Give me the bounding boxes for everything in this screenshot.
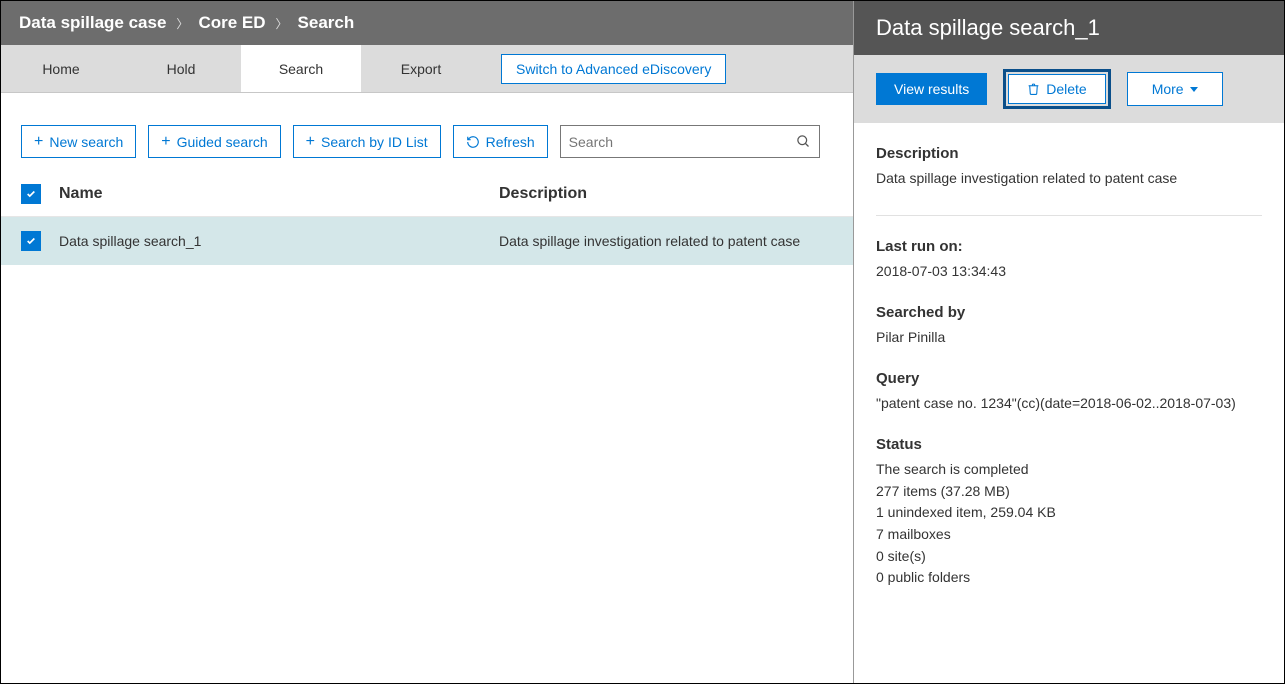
last-run-value: 2018-07-03 13:34:43 (876, 261, 1262, 282)
button-label: Guided search (177, 134, 268, 150)
row-name: Data spillage search_1 (59, 233, 499, 249)
search-icon (796, 134, 811, 149)
status-line: 0 site(s) (876, 546, 1262, 568)
plus-icon: + (161, 134, 170, 150)
detail-panel: Data spillage search_1 View results Dele… (854, 1, 1284, 683)
searched-by-value: Pilar Pinilla (876, 327, 1262, 348)
refresh-icon (466, 135, 480, 149)
button-label: Refresh (486, 134, 535, 150)
tab-home[interactable]: Home (1, 45, 121, 92)
tab-bar: Home Hold Search Export Switch to Advanc… (1, 45, 853, 93)
chevron-down-icon (1190, 87, 1198, 92)
toolbar: + New search + Guided search + Search by… (1, 93, 853, 176)
more-button[interactable]: More (1127, 72, 1223, 106)
query-value: "patent case no. 1234"(cc)(date=2018-06-… (876, 393, 1262, 414)
trash-icon (1027, 82, 1040, 96)
chevron-right-icon: 〉 (276, 15, 288, 32)
switch-advanced-button[interactable]: Switch to Advanced eDiscovery (501, 54, 726, 84)
status-line: 7 mailboxes (876, 524, 1262, 546)
description-value: Data spillage investigation related to p… (876, 168, 1262, 189)
button-label: Search by ID List (321, 134, 428, 150)
search-input-wrapper[interactable] (560, 125, 820, 158)
new-search-button[interactable]: + New search (21, 125, 136, 158)
tab-hold[interactable]: Hold (121, 45, 241, 92)
status-line: 1 unindexed item, 259.04 KB (876, 502, 1262, 524)
description-label: Description (876, 145, 1262, 162)
plus-icon: + (34, 134, 43, 150)
column-header-description[interactable]: Description (499, 185, 833, 203)
query-label: Query (876, 370, 1262, 387)
status-line: 277 items (37.28 MB) (876, 481, 1262, 503)
button-label: More (1152, 81, 1184, 97)
detail-title: Data spillage search_1 (854, 1, 1284, 55)
breadcrumb-item[interactable]: Data spillage case (19, 13, 166, 33)
divider (876, 215, 1262, 216)
plus-icon: + (306, 134, 315, 150)
breadcrumb: Data spillage case 〉 Core ED 〉 Search (1, 1, 853, 45)
tab-export[interactable]: Export (361, 45, 481, 92)
search-by-id-button[interactable]: + Search by ID List (293, 125, 441, 158)
guided-search-button[interactable]: + Guided search (148, 125, 280, 158)
detail-actions: View results Delete More (854, 55, 1284, 123)
detail-body: Description Data spillage investigation … (854, 123, 1284, 599)
view-results-button[interactable]: View results (876, 73, 987, 105)
refresh-button[interactable]: Refresh (453, 125, 548, 158)
column-header-name[interactable]: Name (59, 185, 499, 203)
search-input[interactable] (569, 134, 796, 150)
breadcrumb-item[interactable]: Search (298, 13, 355, 33)
table-header: Name Description (1, 176, 853, 217)
delete-button-highlight: Delete (1003, 69, 1110, 109)
row-checkbox[interactable] (21, 231, 41, 251)
button-label: New search (49, 134, 123, 150)
status-line: 0 public folders (876, 567, 1262, 589)
table-row[interactable]: Data spillage search_1 Data spillage inv… (1, 217, 853, 265)
tab-search[interactable]: Search (241, 45, 361, 92)
breadcrumb-item[interactable]: Core ED (198, 13, 265, 33)
chevron-right-icon: 〉 (176, 15, 188, 32)
row-description: Data spillage investigation related to p… (499, 233, 833, 249)
searched-by-label: Searched by (876, 304, 1262, 321)
delete-button[interactable]: Delete (1008, 74, 1105, 104)
status-label: Status (876, 436, 1262, 453)
last-run-label: Last run on: (876, 238, 1262, 255)
button-label: Delete (1046, 81, 1086, 97)
select-all-checkbox[interactable] (21, 184, 41, 204)
status-block: The search is completed 277 items (37.28… (876, 459, 1262, 589)
main-panel: Data spillage case 〉 Core ED 〉 Search Ho… (1, 1, 854, 683)
status-line: The search is completed (876, 459, 1262, 481)
